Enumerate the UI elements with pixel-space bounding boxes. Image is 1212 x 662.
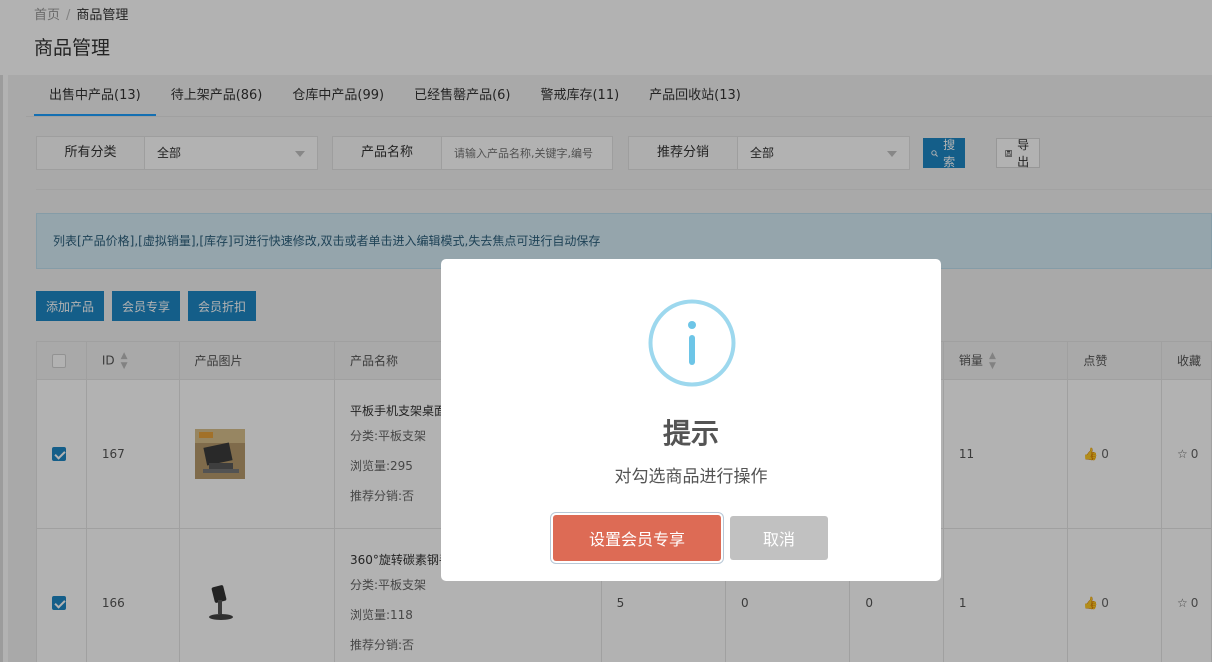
dialog-title: 提示 bbox=[662, 417, 719, 450]
set-member-exclusive-button[interactable]: 设置会员专享 bbox=[553, 515, 721, 561]
cancel-button[interactable]: 取消 bbox=[730, 516, 828, 560]
dialog-message: 对勾选商品进行操作 bbox=[614, 467, 768, 487]
confirm-dialog: 提示 对勾选商品进行操作 设置会员专享 取消 bbox=[441, 259, 941, 581]
info-icon bbox=[648, 299, 736, 387]
